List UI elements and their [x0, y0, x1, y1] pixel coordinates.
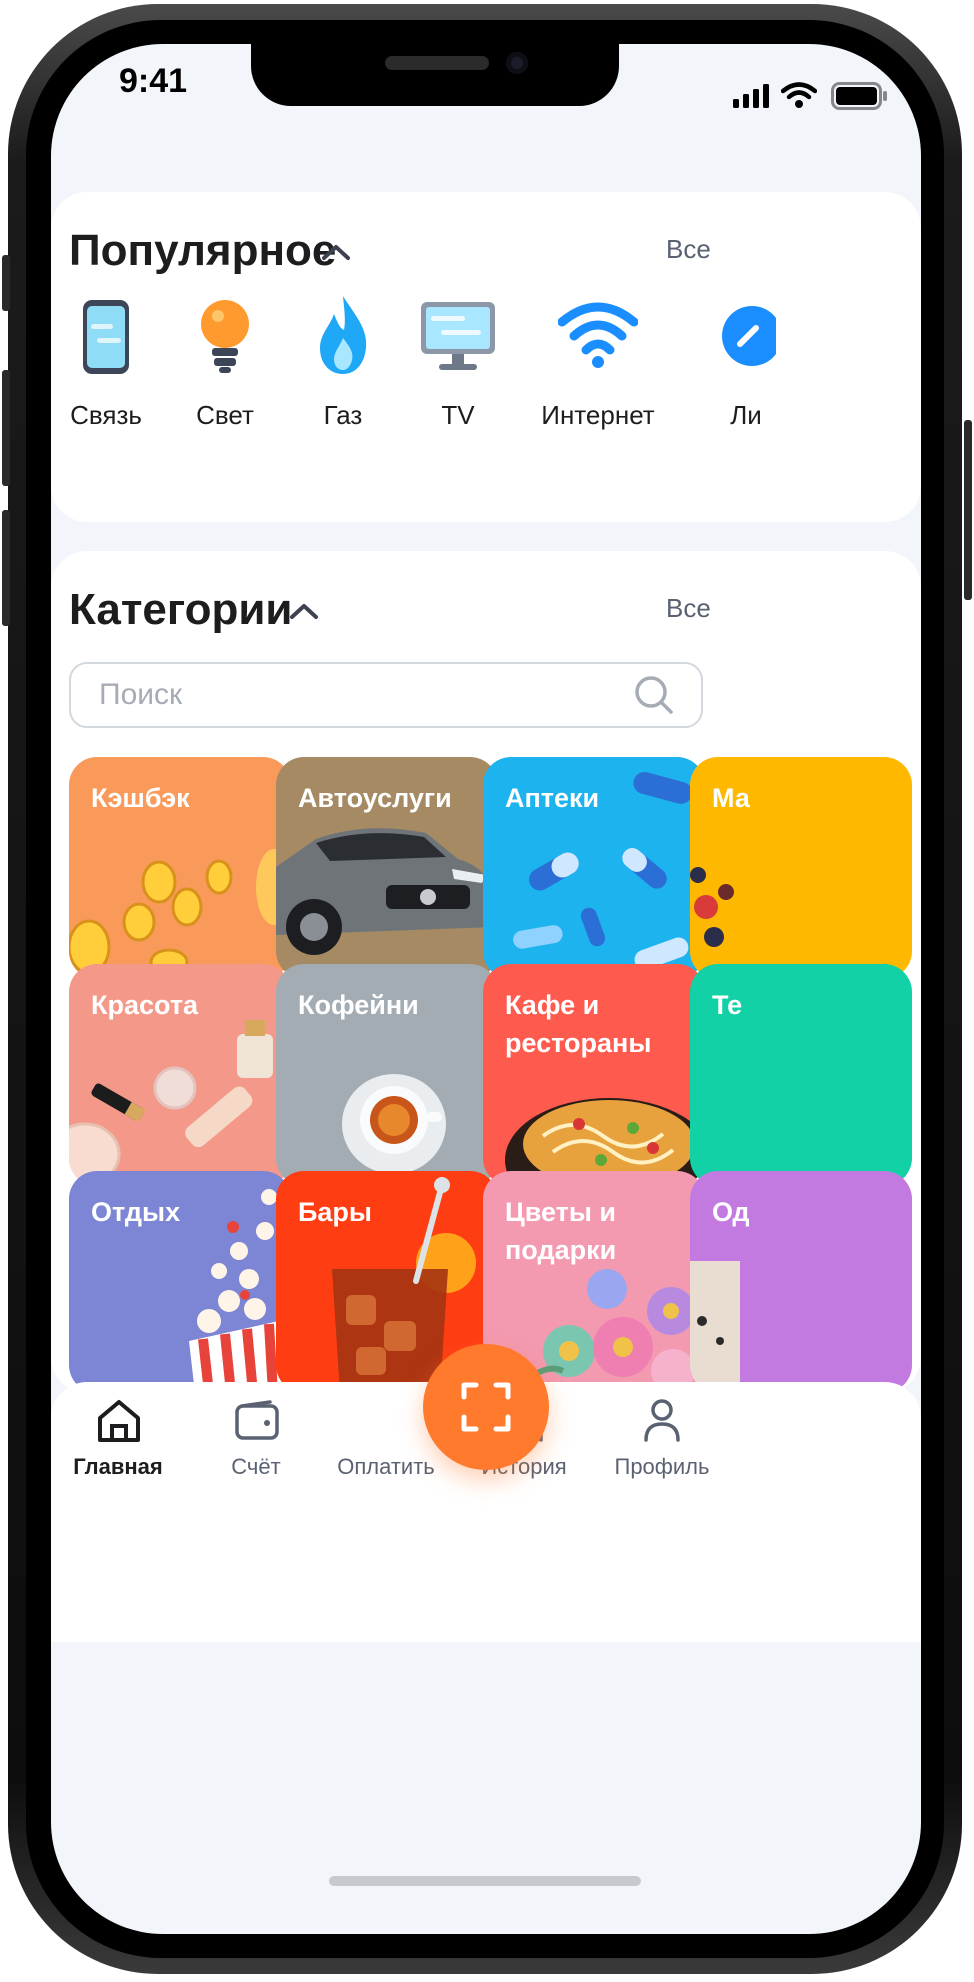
category-tile-pharmacy[interactable]: Аптеки: [483, 757, 705, 979]
service-item-tv[interactable]: TV: [383, 292, 533, 442]
search-icon: [635, 676, 673, 714]
category-tile-cafe[interactable]: Кафе и рестораны: [483, 964, 705, 1186]
wifi-status-icon: [781, 82, 817, 108]
popular-title: Популярное: [69, 226, 337, 275]
category-tile-market[interactable]: Ма: [690, 757, 912, 979]
service-label: Интернет: [541, 400, 655, 430]
category-label: Кофейни: [298, 990, 419, 1020]
category-label: Ма: [712, 783, 750, 813]
categories-all-link[interactable]: Все: [666, 593, 711, 624]
category-label: Автоуслуги: [298, 783, 452, 813]
volume-up-button: [2, 370, 10, 486]
home-indicator[interactable]: [329, 1876, 641, 1886]
tab-account-label: Счёт: [231, 1454, 281, 1479]
categories-section: Категории Все Поиск Кэшбэк Автоуслуги Ап…: [51, 551, 921, 1393]
camera: [506, 52, 528, 74]
speaker: [385, 56, 489, 70]
popular-services-row: Связь Свет Газ TV Интернет Ли: [51, 292, 921, 452]
search-input[interactable]: Поиск: [69, 662, 703, 728]
category-tile-leisure[interactable]: Отдых: [69, 1171, 291, 1393]
category-label: Кафе и рестораны: [505, 990, 652, 1058]
popular-all-link[interactable]: Все: [666, 234, 711, 265]
service-label: TV: [441, 400, 475, 430]
profile-icon: [644, 1399, 680, 1442]
home-icon: [98, 1400, 140, 1442]
search-placeholder: Поиск: [99, 678, 183, 711]
category-tile-clothes[interactable]: Од: [690, 1171, 912, 1393]
category-tile-beauty[interactable]: Красота: [69, 964, 291, 1186]
tv-icon: [421, 302, 495, 370]
app-screen: 9:41 Популярное Все Связь Свет Газ TV Ин…: [51, 44, 921, 1934]
chevron-up-icon[interactable]: [287, 601, 321, 621]
service-label: Ли: [730, 400, 762, 430]
pay-button[interactable]: [423, 1344, 549, 1470]
service-item-partial[interactable]: Ли: [671, 292, 821, 442]
category-label: Красота: [91, 990, 199, 1020]
category-label: Кэшбэк: [91, 783, 190, 813]
service-item-internet[interactable]: Интернет: [513, 292, 683, 442]
category-tile-tech[interactable]: Те: [690, 964, 912, 1186]
chevron-up-icon[interactable]: [319, 242, 353, 262]
category-label: Аптеки: [505, 783, 600, 813]
tab-pay-label: Оплатить: [337, 1454, 435, 1479]
flame-icon: [320, 296, 367, 374]
power-button: [964, 420, 972, 600]
category-label: Бары: [298, 1197, 372, 1227]
popular-section: Популярное Все Связь Свет Газ TV Интерне…: [51, 192, 921, 522]
category-tile-coffee[interactable]: Кофейни: [276, 964, 498, 1186]
mute-switch: [2, 255, 10, 311]
tab-profile[interactable]: Профиль: [592, 1398, 732, 1479]
categories-title: Категории: [69, 585, 293, 634]
tab-home-label: Главная: [73, 1454, 163, 1479]
tab-account[interactable]: Счёт: [186, 1398, 326, 1479]
category-grid: Кэшбэк Автоуслуги Аптеки Ма Красота Кофе…: [69, 757, 921, 1393]
wifi-icon: [558, 302, 638, 368]
lightbulb-icon: [201, 300, 249, 373]
status-time: 9:41: [119, 62, 188, 100]
tab-profile-label: Профиль: [614, 1454, 710, 1479]
phone-icon: [83, 300, 129, 374]
tab-home[interactable]: Главная: [51, 1398, 188, 1479]
category-label: Цветы и подарки: [505, 1197, 617, 1265]
scan-icon: [461, 1382, 511, 1432]
notch: [251, 44, 619, 106]
volume-down-button: [2, 510, 10, 626]
battery-icon: [831, 82, 887, 110]
category-label: Отдых: [91, 1197, 181, 1227]
category-tile-cashback[interactable]: Кэшбэк: [69, 757, 291, 979]
category-label: Те: [712, 990, 743, 1020]
wallet-icon: [235, 1400, 279, 1440]
signal-icon: [733, 84, 769, 108]
category-label: Од: [712, 1197, 750, 1227]
partial-icon: [722, 306, 776, 366]
category-tile-auto[interactable]: Автоуслуги: [276, 757, 498, 979]
